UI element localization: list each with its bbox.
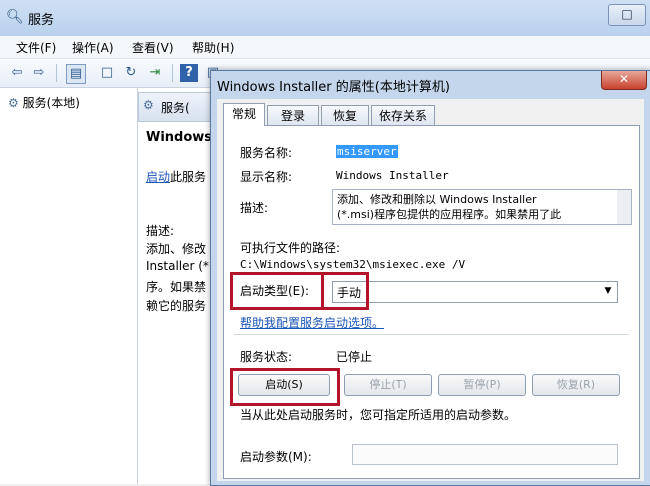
toolbar-separator	[172, 64, 173, 82]
properties-dialog: Windows Installer 的属性(本地计算机) ✕ 常规 登录 恢复 …	[210, 70, 650, 486]
start-params-hint: 当从此处启动服务时，您可指定所适用的启动参数。	[240, 408, 517, 422]
left-pane: ⚙ 服务(本地)	[0, 88, 138, 484]
tab-panel-general: 服务名称: msiserver 显示名称: Windows Installer …	[223, 125, 640, 479]
menu-bar: 文件(F) 操作(A) 查看(V) 帮助(H)	[0, 36, 650, 59]
start-params-label: 启动参数(M):	[240, 450, 312, 464]
close-icon: ✕	[618, 72, 630, 86]
refresh-icon[interactable]: ↻	[122, 64, 140, 82]
divider	[234, 334, 629, 335]
console-tree-icon[interactable]: ▤	[66, 64, 86, 84]
service-status-label: 服务状态:	[240, 350, 293, 364]
exe-path-label: 可执行文件的路径:	[240, 241, 341, 255]
maximize-button[interactable]: □	[608, 4, 646, 26]
stop-button[interactable]: 停止(T)	[344, 374, 432, 396]
description-line: 序。如果禁	[146, 280, 207, 294]
menu-file[interactable]: 文件(F)	[16, 39, 56, 56]
gear-icon: ⚙	[143, 98, 154, 112]
window-title: 服务	[28, 13, 55, 28]
help-configure-link[interactable]: 帮助我配置服务启动选项。	[240, 314, 384, 331]
toolbar-separator	[56, 64, 57, 82]
gear-icon: ⚙	[8, 96, 19, 110]
help-icon[interactable]: ?	[180, 64, 198, 82]
pause-button[interactable]: 暂停(P)	[438, 374, 526, 396]
menu-help[interactable]: 帮助(H)	[192, 39, 234, 56]
startup-type-label: 启动类型(E):	[240, 284, 309, 298]
start-params-input[interactable]	[352, 444, 618, 465]
service-heading: Windows	[146, 130, 213, 145]
tab-general[interactable]: 常规	[223, 103, 265, 126]
description-text-line: (*.msi)程序包提供的应用程序。如果禁用了此	[337, 208, 562, 221]
dialog-title: Windows Installer 的属性(本地计算机)	[217, 80, 450, 95]
description-label: 描述:	[240, 201, 269, 215]
right-pane-header-label: 服务(	[161, 101, 190, 115]
description-text-line: 添加、修改和删除以 Windows Installer	[337, 193, 537, 206]
close-button[interactable]: ✕	[601, 71, 647, 90]
forward-arrow-icon[interactable]: ⇨	[30, 64, 48, 82]
start-service-suffix: 此服务	[170, 170, 207, 184]
description-label: 描述:	[146, 224, 175, 238]
service-status-value: 已停止	[336, 350, 373, 364]
start-button[interactable]: 启动(S)	[238, 374, 330, 396]
right-pane-header: ⚙ 服务(	[138, 92, 220, 122]
display-name-value: Windows Installer	[336, 169, 449, 182]
resume-button[interactable]: 恢复(R)	[532, 374, 620, 396]
description-line: Installer (*	[146, 259, 209, 273]
service-name-label: 服务名称:	[240, 146, 293, 160]
exe-path-value: C:\Windows\system32\msiexec.exe /V	[240, 258, 466, 271]
chevron-down-icon: ▼	[604, 286, 612, 296]
tab-logon[interactable]: 登录	[267, 105, 319, 126]
tree-node-services-local[interactable]: ⚙ 服务(本地)	[8, 94, 80, 111]
start-service-link[interactable]: 启动	[146, 170, 170, 184]
export-icon[interactable]: ⇥	[146, 64, 164, 82]
dialog-body: 常规 登录 恢复 依存关系 服务名称: msiserver 显示名称: Wind…	[217, 99, 644, 481]
menu-view[interactable]: 查看(V)	[132, 39, 174, 56]
description-scrollbar[interactable]	[617, 189, 632, 225]
back-arrow-icon[interactable]: ⇦	[8, 64, 26, 82]
description-line: 赖它的服务	[146, 299, 207, 313]
tab-dependencies[interactable]: 依存关系	[371, 105, 435, 126]
service-name-value[interactable]: msiserver	[336, 145, 398, 158]
maximize-icon: □	[621, 7, 633, 21]
search-icon: 🔍︎	[6, 9, 24, 25]
start-service-line: 启动此服务	[146, 168, 206, 185]
display-name-label: 显示名称:	[240, 170, 293, 184]
service-name-text: msiserver	[336, 145, 398, 158]
tab-recovery[interactable]: 恢复	[321, 105, 369, 126]
startup-type-select[interactable]: 手动 ▼	[332, 281, 618, 303]
main-titlebar: 🔍︎ 服务 □	[0, 0, 650, 36]
tree-node-label: 服务(本地)	[22, 96, 80, 110]
startup-value-highlight	[322, 272, 369, 310]
description-box[interactable]: 添加、修改和删除以 Windows Installer (*.msi)程序包提供…	[332, 189, 620, 225]
menu-action[interactable]: 操作(A)	[72, 39, 114, 56]
description-line: 添加、修改	[146, 242, 207, 256]
properties-icon[interactable]: □	[98, 64, 116, 82]
